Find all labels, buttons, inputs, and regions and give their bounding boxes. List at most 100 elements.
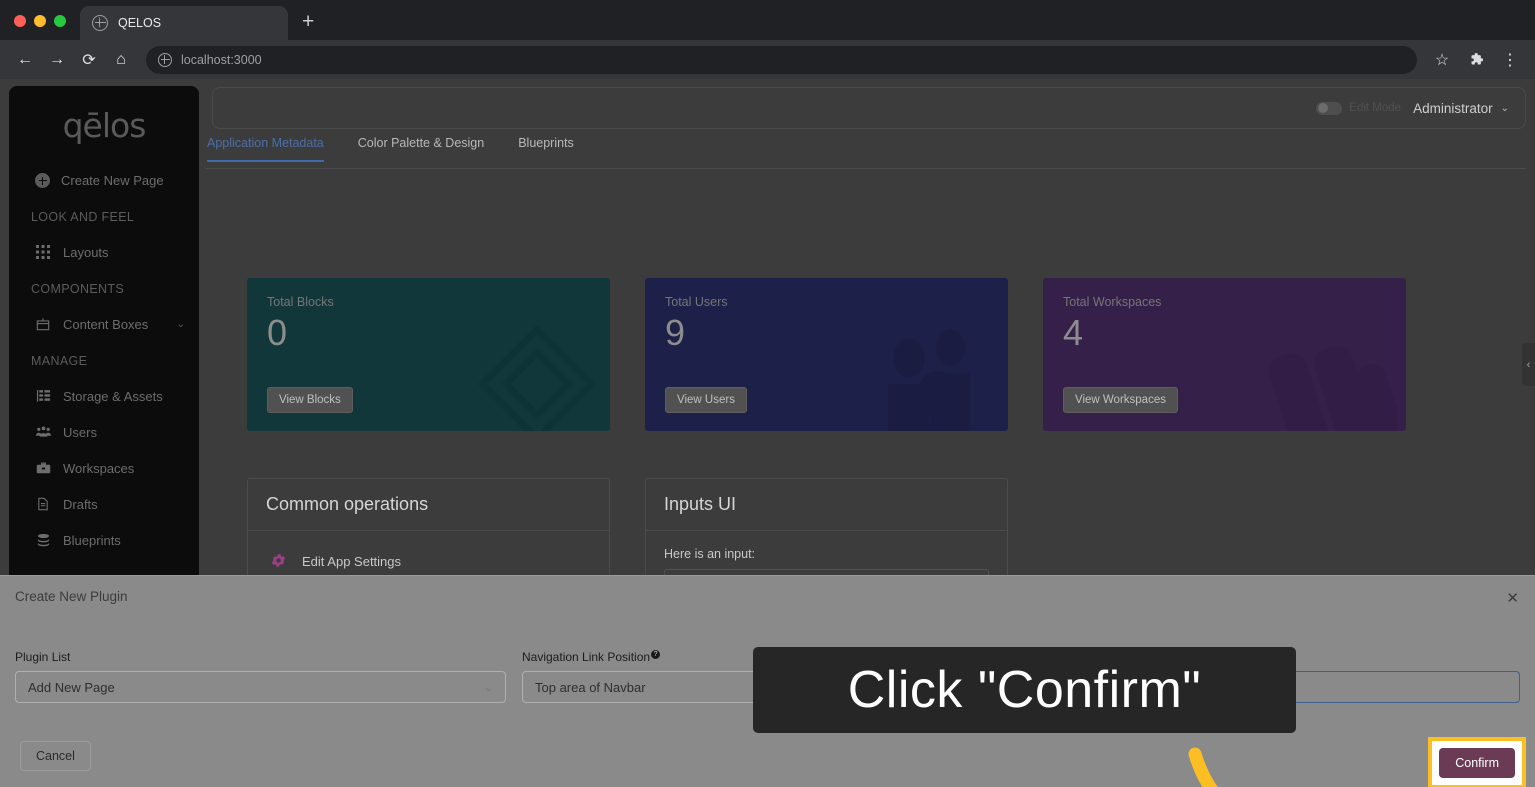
panel-title: Inputs UI [646,479,1007,531]
toolbar-right-icons: ☆ ⋮ [1427,45,1525,75]
back-button[interactable]: ← [10,45,40,75]
edit-mode-switch[interactable] [1316,101,1343,115]
select-value: Top area of Navbar [535,679,646,695]
tab-blueprints[interactable]: Blueprints [518,136,574,160]
operation-label: Edit App Settings [302,553,402,569]
bookmark-star-icon[interactable]: ☆ [1427,45,1457,75]
panel-collapse-chevron-left-icon[interactable]: ‹ [1522,343,1535,386]
sidebar-item-layouts[interactable]: Layouts [9,234,199,270]
field-plugin-list: Plugin List Add New Page ⌄ [15,648,506,703]
sidebar: qēlos Create New Page LOOK AND FEEL Layo… [9,86,199,646]
field-label-text: Navigation Link Position [522,650,651,664]
select-value: Add New Page [28,679,115,695]
sidebar-item-label: Drafts [63,496,98,512]
browser-tab-title: QELOS [118,16,162,30]
stat-card-total-workspaces: Total Workspaces 4 View Workspaces [1043,278,1406,431]
chevron-down-icon[interactable]: ⌄ [177,319,185,330]
user-menu[interactable]: Administrator ⌄ [1413,101,1509,116]
field-label: Navigation Link Position? [522,650,661,664]
sidebar-item-label: Storage & Assets [63,388,163,404]
window-traffic-lights [0,15,80,40]
view-users-button[interactable]: View Users [665,387,747,413]
sidebar-section-look-and-feel: LOOK AND FEEL [31,210,135,224]
home-button[interactable]: ⌂ [106,45,136,75]
stat-card-label: Total Workspaces [1063,295,1162,309]
confirm-button[interactable]: Confirm [1439,748,1515,778]
forward-button[interactable]: → [42,45,72,75]
globe-icon [92,15,108,31]
stat-cards: Total Blocks 0 View Blocks Total Users 9… [247,278,1406,431]
sidebar-item-label: Create New Page [61,173,164,188]
sidebar-item-storage-assets[interactable]: Storage & Assets [9,378,199,414]
maximize-window-button[interactable] [54,15,66,27]
sidebar-section-manage: MANAGE [31,354,88,368]
document-icon [35,496,51,512]
sidebar-item-blueprints[interactable]: Blueprints [9,522,199,558]
input-label: Here is an input: [664,547,756,561]
help-question-icon[interactable]: ? [651,650,661,659]
stat-card-label: Total Blocks [267,295,334,309]
blocks-art-icon [477,324,597,431]
view-blocks-button[interactable]: View Blocks [267,387,353,413]
new-tab-button[interactable]: + [302,11,314,40]
yellow-arrow-annotation [1188,747,1218,787]
grid-icon [35,244,51,260]
plus-circle-icon [35,173,50,188]
modal-title: Create New Plugin [15,589,128,604]
sidebar-item-label: Users [63,424,97,440]
operation-edit-app-settings[interactable]: Edit App Settings [266,547,591,575]
briefcase-icon [35,460,51,476]
sidebar-item-content-boxes[interactable]: Content Boxes ⌄ [9,306,199,342]
box-icon [35,316,51,332]
view-workspaces-button[interactable]: View Workspaces [1063,387,1178,413]
sidebar-item-workspaces[interactable]: Workspaces [9,450,199,486]
reload-button[interactable]: ⟳ [74,45,104,75]
app-logo: qēlos [62,106,147,145]
users-art-icon [888,329,971,431]
sidebar-section-components: COMPONENTS [31,282,125,296]
sidebar-item-users[interactable]: Users [9,414,199,450]
tab-application-metadata[interactable]: Application Metadata [207,136,324,162]
confirm-button-highlight: Confirm [1428,737,1526,787]
sidebar-item-label: Blueprints [63,532,121,548]
field-label: Plugin List [15,650,71,664]
cancel-button[interactable]: Cancel [20,741,91,771]
close-window-button[interactable] [14,15,26,27]
workspaces-art-icon [1268,345,1398,431]
browser-toolbar: ← → ⟳ ⌂ localhost:3000 ☆ ⋮ [0,40,1535,79]
storage-icon [35,388,51,404]
address-bar[interactable]: localhost:3000 [146,45,1417,74]
sidebar-item-drafts[interactable]: Drafts [9,486,199,522]
minimize-window-button[interactable] [34,15,46,27]
site-globe-icon [158,52,172,67]
panel-title: Common operations [248,479,609,531]
stat-card-label: Total Users [665,295,728,309]
gear-icon [270,552,288,570]
database-icon [35,532,51,548]
browser-tab[interactable]: QELOS [80,6,288,40]
chevron-down-icon: ⌄ [483,681,493,694]
app-tabs: Application Metadata Color Palette & Des… [205,136,1526,169]
close-icon[interactable]: ✕ [1506,589,1519,607]
sidebar-item-label: Workspaces [63,460,135,476]
edit-mode-toggle[interactable]: Edit Mode [1316,101,1402,115]
edit-mode-label: Edit Mode [1349,102,1402,114]
extensions-puzzle-icon[interactable] [1461,45,1491,75]
address-bar-url: localhost:3000 [181,52,262,67]
instruction-callout: Click "Confirm" [753,647,1296,733]
sidebar-item-label: Content Boxes [63,316,149,332]
browser-chrome: QELOS + ← → ⟳ ⌂ localhost:3000 ☆ ⋮ [0,0,1535,79]
stat-card-total-users: Total Users 9 View Users [645,278,1008,431]
app-viewport: qēlos Create New Page LOOK AND FEEL Layo… [0,79,1535,787]
plugin-list-select[interactable]: Add New Page ⌄ [15,671,506,703]
tab-color-palette-design[interactable]: Color Palette & Design [358,136,484,160]
sidebar-item-label: Layouts [63,244,109,260]
browser-tabstrip: QELOS + [0,0,1535,40]
stat-card-total-blocks: Total Blocks 0 View Blocks [247,278,610,431]
browser-menu-icon[interactable]: ⋮ [1495,45,1525,75]
chevron-down-icon: ⌄ [1500,102,1509,114]
user-menu-label: Administrator [1413,100,1493,116]
users-icon [35,424,51,440]
app-topbar: Edit Mode Administrator ⌄ [212,87,1526,129]
sidebar-item-create-new-page[interactable]: Create New Page [9,167,199,194]
